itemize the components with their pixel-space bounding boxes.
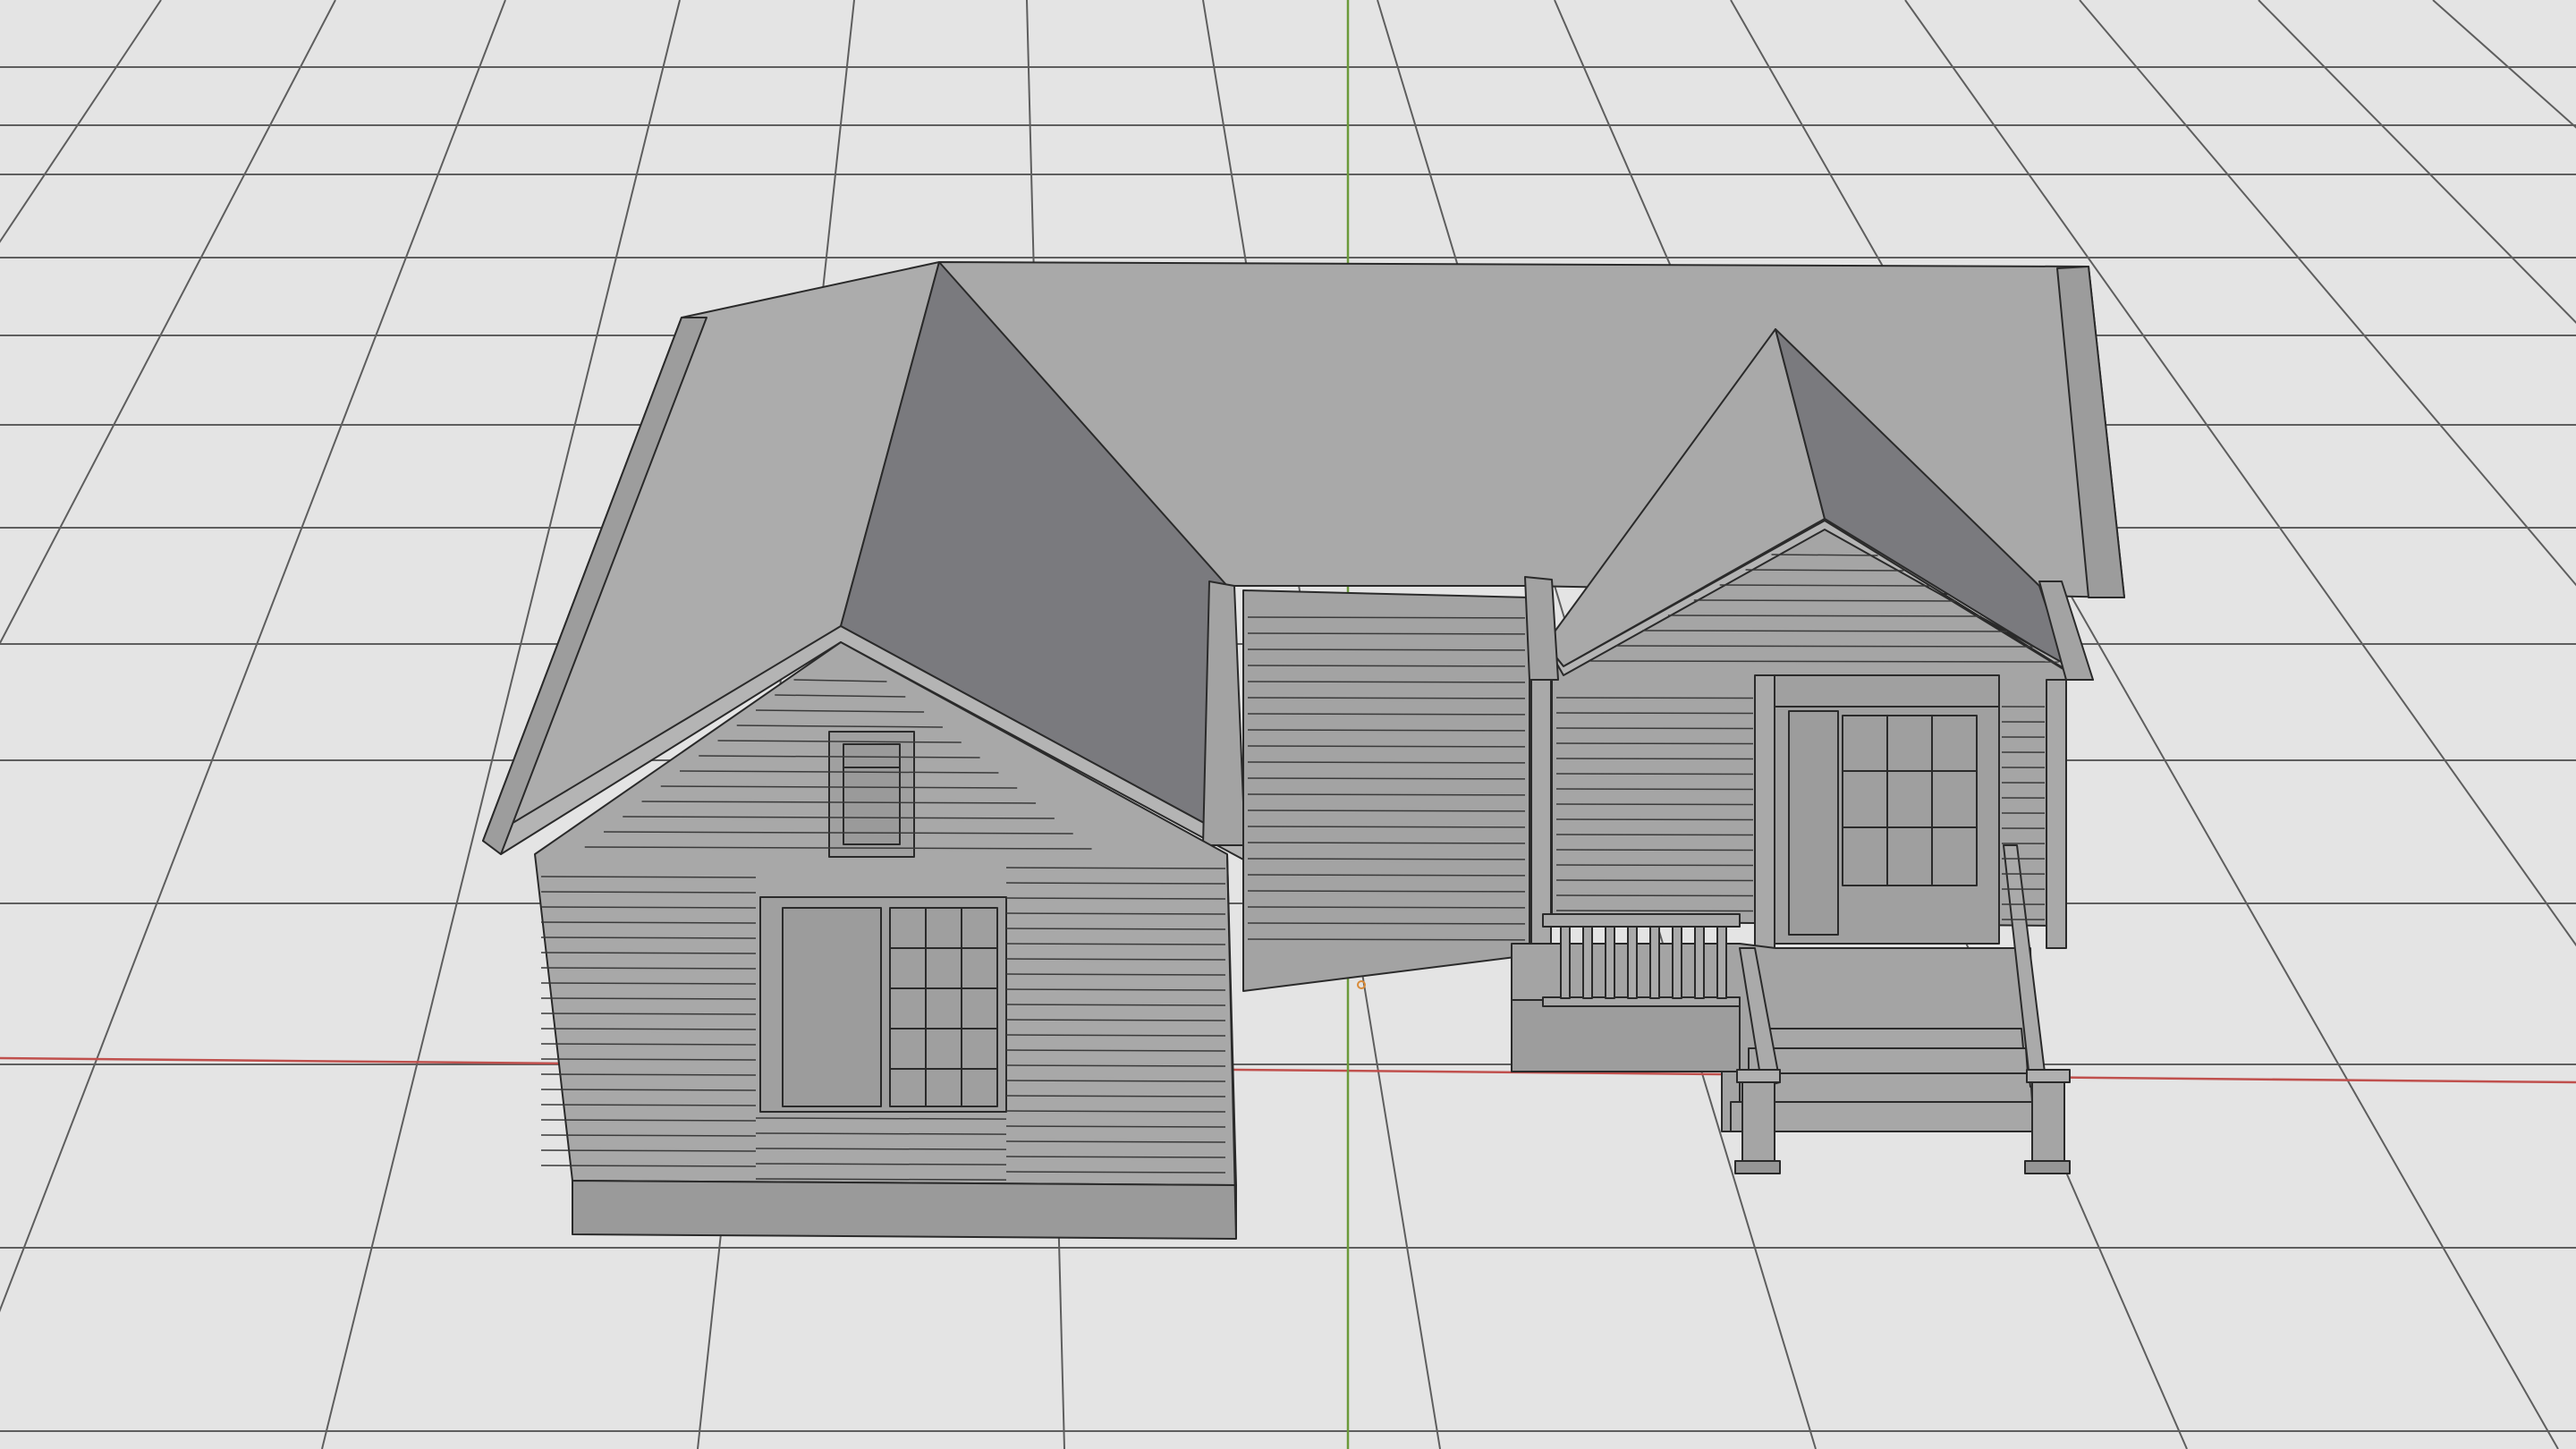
- porch-railing-baluster: [1672, 926, 1682, 999]
- front-gable-cornice-left: [1524, 576, 1559, 681]
- siding-line: [1247, 874, 1526, 877]
- siding-line: [540, 1028, 757, 1030]
- siding-line: [540, 967, 757, 970]
- porch-post[interactable]: [1754, 674, 1775, 949]
- siding-line: [1247, 697, 1526, 699]
- porch-step: [1739, 1072, 2033, 1103]
- siding-line: [1005, 943, 1226, 945]
- siding-line: [540, 921, 757, 924]
- left-door-panel: [782, 907, 882, 1107]
- newel-post-right-base: [2024, 1160, 2071, 1174]
- siding-line: [1247, 632, 1526, 635]
- siding-line: [540, 982, 757, 985]
- siding-line: [1247, 793, 1526, 796]
- porch-step: [1757, 1028, 2024, 1049]
- siding-line: [1005, 958, 1226, 961]
- siding-line: [540, 906, 757, 909]
- siding-line: [1005, 1095, 1226, 1097]
- siding-line: [1005, 1019, 1226, 1021]
- siding-line: [1005, 867, 1226, 869]
- porch-post[interactable]: [2046, 679, 2067, 949]
- siding-line: [1247, 906, 1526, 909]
- siding-line: [1005, 988, 1226, 991]
- siding-line: [540, 997, 757, 1000]
- siding-line: [1005, 897, 1226, 900]
- siding-line: [1247, 938, 1526, 941]
- viewport-canvas[interactable]: [0, 0, 2576, 1449]
- newel-post-left-cap: [1736, 1069, 1781, 1083]
- siding-line: [540, 1104, 757, 1106]
- porch-railing-baluster: [1582, 926, 1593, 999]
- porch-railing-baluster: [1716, 926, 1727, 999]
- 3d-viewport[interactable]: [0, 0, 2576, 1449]
- siding-line: [1247, 665, 1526, 667]
- porch-railing-baluster: [1627, 926, 1638, 999]
- siding-line: [1005, 1034, 1226, 1037]
- siding-line: [1005, 1110, 1226, 1113]
- front-door-panel: [1788, 710, 1839, 936]
- porch-step: [1730, 1101, 2038, 1132]
- siding-line: [1005, 1140, 1226, 1143]
- siding-line: [1247, 858, 1526, 860]
- porch-railing-top: [1542, 913, 1741, 928]
- siding-line: [1247, 826, 1526, 828]
- siding-line: [1005, 1171, 1226, 1174]
- siding-line: [1247, 809, 1526, 812]
- siding-line: [1247, 713, 1526, 716]
- newel-post-left-base: [1734, 1160, 1781, 1174]
- siding-line: [1247, 922, 1526, 925]
- newel-post-left[interactable]: [1741, 1072, 1775, 1173]
- siding-line: [1247, 761, 1526, 764]
- siding-line: [1719, 584, 1930, 587]
- siding-line: [1005, 912, 1226, 915]
- siding-line: [1616, 645, 2033, 648]
- siding-line: [1247, 777, 1526, 780]
- siding-line: [1590, 660, 2059, 663]
- left-window-pane: [889, 907, 998, 1107]
- siding-line: [1005, 973, 1226, 976]
- front-window-pane: [1842, 715, 1978, 886]
- siding-line: [1247, 729, 1526, 732]
- siding-line: [1745, 569, 1904, 572]
- siding-line: [1247, 745, 1526, 748]
- newel-post-right-cap: [2026, 1069, 2071, 1083]
- siding-line: [1247, 890, 1526, 893]
- siding-line: [1247, 616, 1526, 619]
- siding-line: [540, 1043, 757, 1046]
- siding-line: [540, 891, 757, 894]
- siding-line: [540, 1058, 757, 1061]
- siding-line: [540, 1134, 757, 1137]
- porch-railing-baluster: [1605, 926, 1615, 999]
- attic-window-pane: [843, 743, 901, 845]
- porch-step: [1748, 1047, 2029, 1074]
- newel-post-right[interactable]: [2031, 1072, 2065, 1173]
- porch-railing-bottom: [1542, 996, 1741, 1007]
- porch-railing-baluster: [1560, 926, 1571, 999]
- siding-line: [1005, 928, 1226, 930]
- siding-line: [540, 936, 757, 939]
- siding-line: [540, 1013, 757, 1015]
- siding-line: [1005, 1049, 1226, 1052]
- siding-line: [540, 1089, 757, 1091]
- siding-line: [1005, 1004, 1226, 1006]
- siding-line: [1005, 1064, 1226, 1067]
- siding-line: [1005, 882, 1226, 885]
- siding-line: [540, 1073, 757, 1076]
- siding-line: [1005, 1125, 1226, 1128]
- siding-line: [540, 1149, 757, 1152]
- siding-line: [1693, 599, 1956, 602]
- siding-line: [1005, 1080, 1226, 1082]
- porch-deck-front: [1511, 999, 1741, 1072]
- siding-line: [540, 1119, 757, 1122]
- left-wing-base: [572, 1180, 1237, 1240]
- siding-line: [1247, 648, 1526, 651]
- porch-railing-baluster: [1694, 926, 1705, 999]
- siding-line: [540, 1165, 757, 1167]
- porch-railing-baluster: [1649, 926, 1660, 999]
- siding-line: [1667, 614, 1982, 617]
